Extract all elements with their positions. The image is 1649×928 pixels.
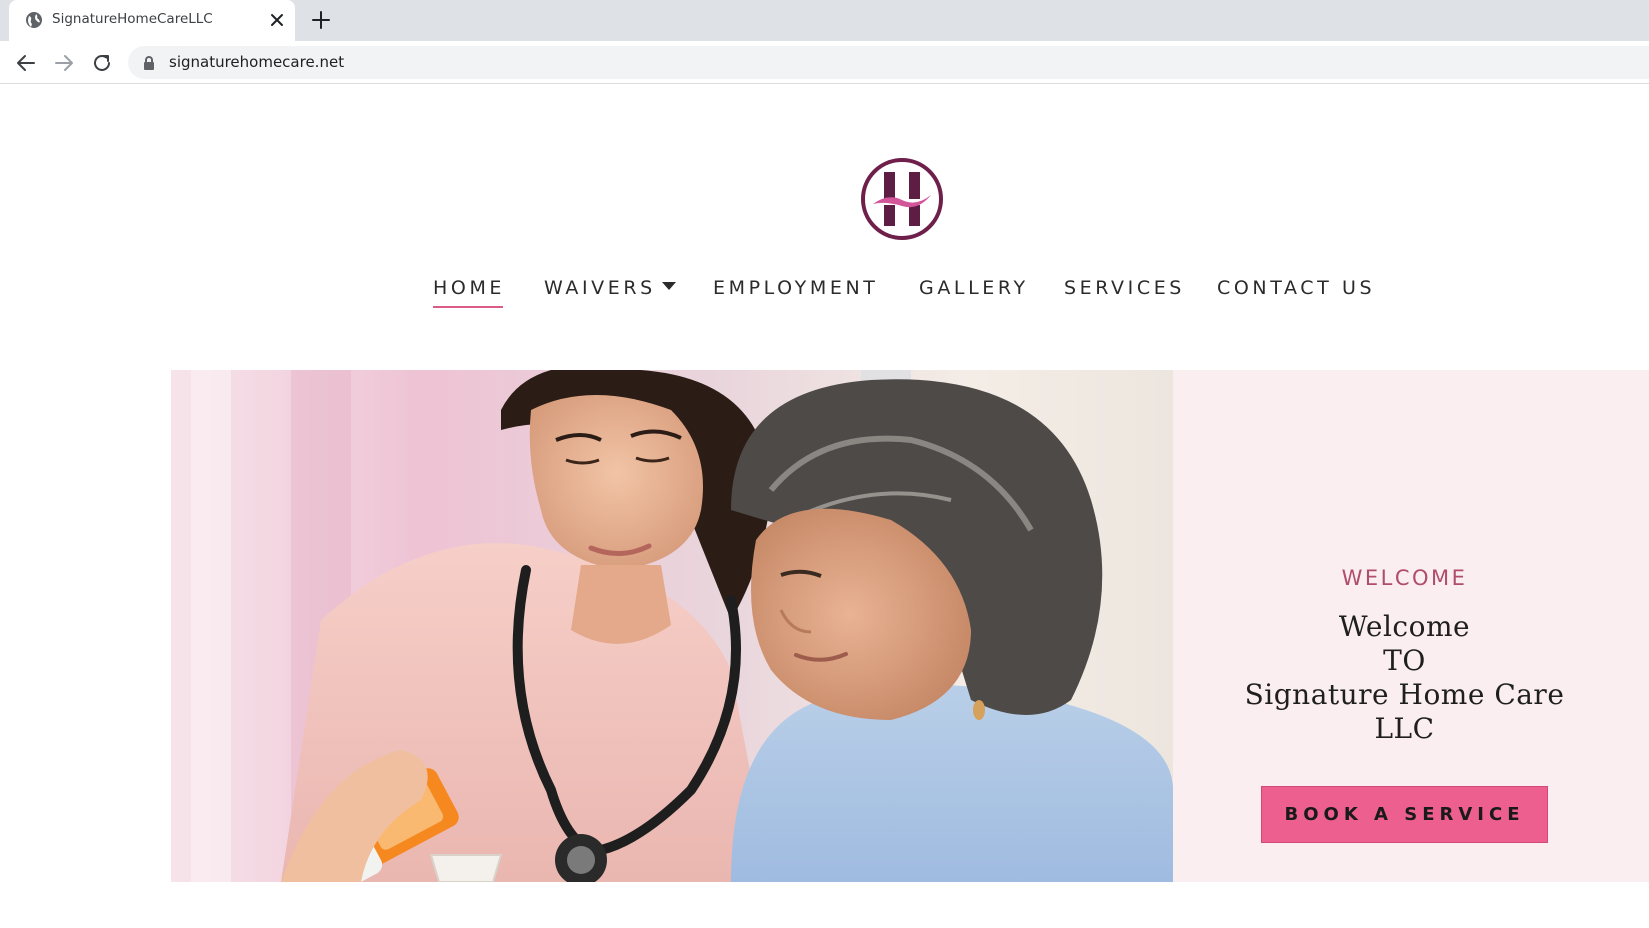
nav-home[interactable]: HOME <box>433 277 505 308</box>
welcome-kicker: WELCOME <box>1341 566 1468 590</box>
address-bar[interactable]: signaturehomecare.net <box>128 46 1649 79</box>
arrow-right-icon[interactable] <box>52 51 76 75</box>
page-content: HOME WAIVERS EMPLOYMENT GALLERY SERVICES… <box>0 85 1649 928</box>
caret-down-icon[interactable] <box>661 282 676 290</box>
welcome-heading-line: Welcome <box>1338 610 1471 643</box>
nav-contact-us[interactable]: CONTACT US <box>1217 277 1375 299</box>
hero-photo <box>171 370 1173 882</box>
nav-services[interactable]: SERVICES <box>1064 277 1185 299</box>
welcome-heading-line: LLC <box>1374 712 1435 745</box>
tab-title: SignatureHomeCareLLC <box>52 11 213 27</box>
nav-gallery[interactable]: GALLERY <box>919 277 1029 299</box>
welcome-heading-line: TO <box>1383 644 1426 677</box>
globe-icon <box>26 12 42 28</box>
url-text[interactable]: signaturehomecare.net <box>169 53 344 71</box>
book-a-service-button[interactable]: BOOK A SERVICE <box>1261 786 1548 843</box>
plus-icon[interactable] <box>310 9 332 31</box>
arrow-left-icon[interactable] <box>14 51 38 75</box>
site-logo[interactable] <box>858 155 946 243</box>
welcome-heading: Welcome TO Signature Home Care LLC <box>1173 610 1636 746</box>
welcome-heading-line: Signature Home Care <box>1244 678 1565 711</box>
browser-tab[interactable]: SignatureHomeCareLLC <box>9 0 295 41</box>
nav-waivers[interactable]: WAIVERS <box>544 277 676 299</box>
close-icon[interactable] <box>267 10 287 30</box>
nav-employment[interactable]: EMPLOYMENT <box>713 277 879 299</box>
welcome-panel: WELCOME Welcome TO Signature Home Care L… <box>1173 370 1649 882</box>
hero-photo-illustration <box>171 370 1173 882</box>
nav-waivers-label[interactable]: WAIVERS <box>544 277 656 299</box>
lock-icon <box>144 56 154 70</box>
main-nav: HOME WAIVERS EMPLOYMENT GALLERY SERVICES… <box>0 275 1649 315</box>
browser-toolbar: signaturehomecare.net <box>0 41 1649 84</box>
browser-tabstrip: SignatureHomeCareLLC <box>0 0 1649 41</box>
reload-icon[interactable] <box>90 51 114 75</box>
